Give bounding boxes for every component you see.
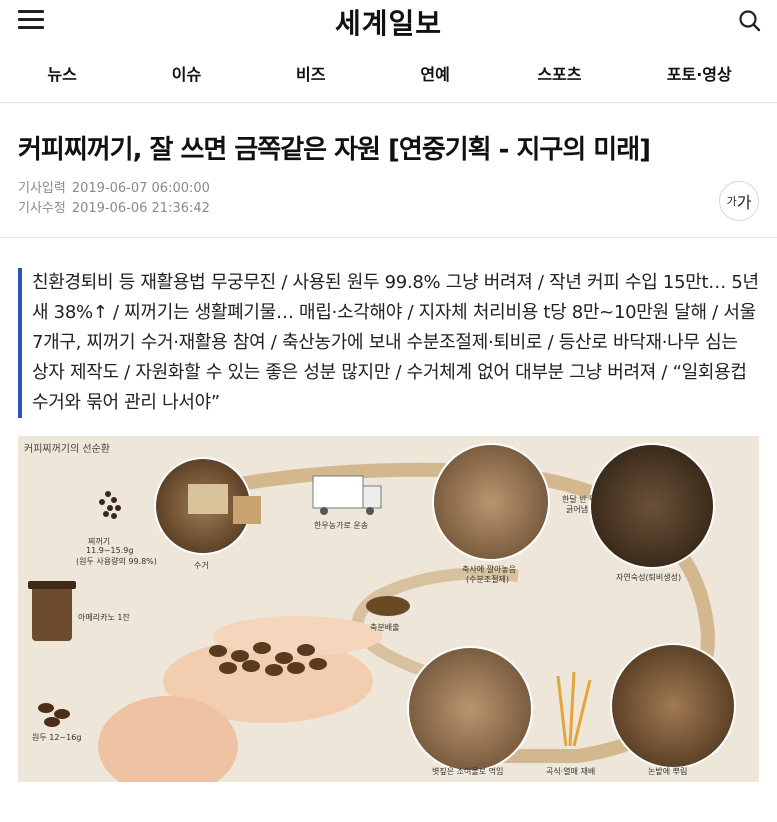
site-logo[interactable]: 세계일보 — [0, 2, 777, 42]
caption-wait2: 긁어냄 — [566, 505, 589, 514]
article-meta: 기사입력 2019-06-07 06:00:00 기사수정 2019-06-06 2… — [0, 167, 777, 238]
modified-line: 기사수정 2019-06-06 21:36:42 — [18, 199, 759, 219]
modified-date: 2019-06-06 21:36:42 — [71, 201, 210, 216]
nav-item-entertainment[interactable]: 연예 — [373, 61, 497, 85]
caption-beans: 원두 12~16g — [32, 733, 82, 742]
font-size-big-glyph: 가 — [736, 193, 752, 212]
caption-manure: 축분배출 — [370, 623, 400, 632]
section-nav: 뉴스 이슈 비즈 연예 스포츠 포토·영상 — [0, 44, 777, 103]
caption-field: 논밭에 뿌림 — [648, 767, 688, 776]
article-infographic: 커피찌꺼기의 선순환 찌꺼기 11.9~15.9g (원두 사용량의 99.8%… — [18, 436, 759, 782]
modified-label: 기사수정 — [18, 201, 66, 216]
caption-collect: 수거 — [194, 561, 209, 570]
font-size-small-glyph: 가 — [726, 195, 737, 208]
font-size-button[interactable]: 가가 — [719, 181, 759, 221]
nav-item-news[interactable]: 뉴스 — [0, 61, 124, 85]
infographic-drawing — [28, 443, 736, 782]
headline-section: 커피찌꺼기, 잘 쓰면 금쪽같은 자원 [연중기획 - 지구의 미래] — [0, 103, 777, 167]
nav-item-photo-video[interactable]: 포토·영상 — [622, 61, 777, 85]
search-icon[interactable] — [737, 8, 763, 34]
caption-barn-note: (수분조절제) — [466, 575, 510, 584]
caption-americano: 아메리카노 1잔 — [78, 613, 130, 622]
nav-item-biz[interactable]: 비즈 — [249, 61, 373, 85]
infographic-title: 커피찌꺼기의 선순환 — [24, 444, 110, 455]
article-headline: 커피찌꺼기, 잘 쓰면 금쪽같은 자원 [연중기획 - 지구의 미래] — [18, 135, 651, 165]
caption-grounds-note: (원두 사용량의 99.8%) — [76, 557, 157, 566]
caption-grounds-amount: 11.9~15.9g — [86, 546, 134, 555]
published-date: 2019-06-07 06:00:00 — [71, 181, 210, 196]
caption-grain: 곡식·열매 재배 — [546, 767, 596, 776]
published-label: 기사입력 — [18, 181, 66, 196]
nav-item-sports[interactable]: 스포츠 — [497, 61, 621, 85]
caption-feed: 볏짚은 소여물로 먹임 — [432, 767, 504, 776]
published-line: 기사입력 2019-06-07 06:00:00 — [18, 179, 759, 199]
site-header: 세계일보 — [0, 0, 777, 44]
caption-compost: 자연숙성(퇴비생성) — [616, 573, 682, 582]
article-summary: 친환경퇴비 등 재활용법 무궁무진 / 사용된 원두 99.8% 그냥 버려져 … — [18, 268, 759, 418]
nav-item-issue[interactable]: 이슈 — [124, 61, 248, 85]
caption-transport: 한우농가로 운송 — [314, 521, 369, 530]
